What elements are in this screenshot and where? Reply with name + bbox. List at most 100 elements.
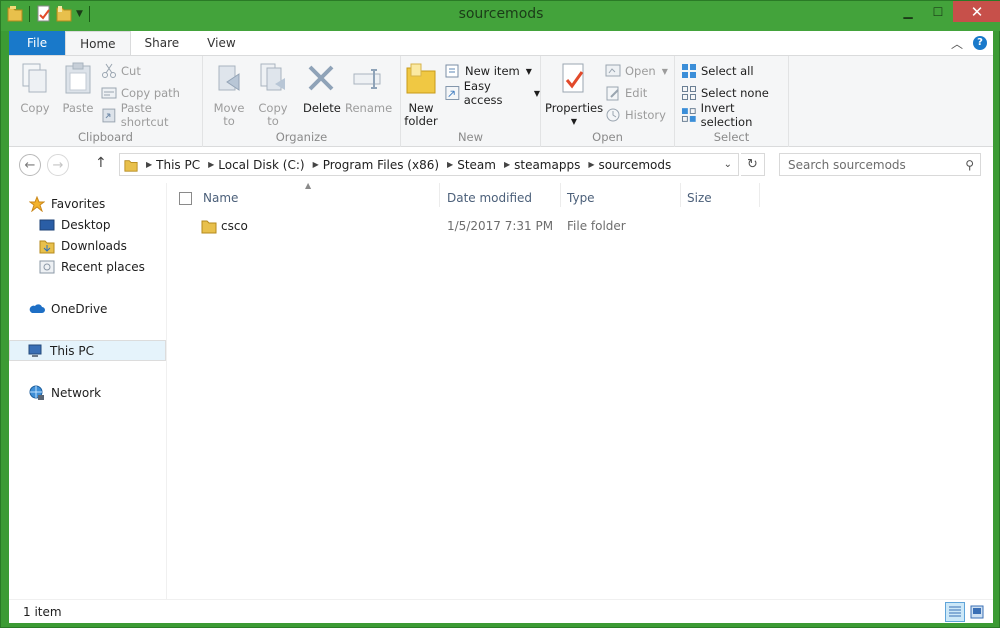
select-all-checkbox[interactable] <box>179 187 192 209</box>
forward-button[interactable]: → <box>47 154 69 176</box>
rename-button[interactable]: Rename <box>345 62 392 115</box>
downloads-folder-icon <box>39 240 55 253</box>
easy-access-button[interactable]: Easy access ▼ <box>445 79 540 107</box>
copy-icon <box>22 63 47 93</box>
new-group-label: New <box>457 130 484 144</box>
sort-ascending-icon: ▲ <box>305 181 312 190</box>
column-header-type[interactable]: Type <box>567 187 595 209</box>
history-button[interactable]: History <box>605 105 666 125</box>
history-label: History <box>625 108 666 122</box>
address-bar[interactable]: ▶ This PC ▶ Local Disk (C:) ▶ Program Fi… <box>119 153 739 176</box>
invert-selection-label: Invert selection <box>700 101 753 129</box>
nav-item-downloads[interactable]: Downloads <box>9 235 166 256</box>
title-bar: ▼ sourcemods ▁ ☐ ✕ <box>1 1 1000 31</box>
refresh-icon: ↻ <box>747 157 758 172</box>
select-all-button[interactable]: Select all <box>681 61 754 81</box>
new-folder-button[interactable]: New folder <box>403 62 439 128</box>
breadcrumb-this-pc[interactable]: This PC <box>156 158 200 172</box>
breadcrumb-separator-icon: ▶ <box>208 160 215 169</box>
column-divider[interactable] <box>560 183 561 207</box>
open-group: Properties ▼ Open ▼ Edit History Open <box>541 56 675 148</box>
network-icon <box>29 385 44 400</box>
select-all-icon <box>682 64 696 78</box>
breadcrumb-separator-icon: ▶ <box>312 160 319 169</box>
delete-button[interactable]: Delete <box>303 62 341 115</box>
minimize-button[interactable]: ▁ <box>893 1 923 22</box>
scissors-icon <box>102 63 116 78</box>
cloud-icon <box>29 303 45 313</box>
nav-item-onedrive[interactable]: OneDrive <box>9 298 166 319</box>
open-button[interactable]: Open ▼ <box>605 61 668 81</box>
file-list: ▲ Name Date modified Type Size csco 1/5/… <box>169 181 993 599</box>
column-header-name[interactable]: Name <box>203 187 238 209</box>
refresh-button[interactable]: ↻ <box>741 153 765 176</box>
nav-item-network[interactable]: Network <box>9 382 166 403</box>
tab-view[interactable]: View <box>193 31 249 55</box>
table-row[interactable]: csco 1/5/2017 7:31 PM File folder <box>199 215 759 237</box>
select-none-button[interactable]: Select none <box>681 83 769 103</box>
properties-button[interactable]: Properties ▼ <box>545 62 603 128</box>
new-item-button[interactable]: New item ▼ <box>445 61 532 81</box>
copy-path-label: Copy path <box>121 86 180 100</box>
breadcrumb-sourcemods[interactable]: sourcemods <box>599 158 672 172</box>
nav-item-label: OneDrive <box>51 301 108 316</box>
details-view-button[interactable] <box>945 602 965 622</box>
search-input[interactable]: Search sourcemods ⚲ <box>779 153 981 176</box>
close-button[interactable]: ✕ <box>953 1 1000 22</box>
nav-item-desktop[interactable]: Desktop <box>9 214 166 235</box>
select-all-label: Select all <box>701 64 754 78</box>
collapse-ribbon-chevron-icon[interactable]: ︿ <box>951 35 963 52</box>
copy-to-button[interactable]: Copy to <box>253 62 293 128</box>
cut-button[interactable]: Cut <box>101 61 141 81</box>
select-none-icon <box>682 86 696 100</box>
move-to-button[interactable]: Move to <box>209 62 249 128</box>
tab-file[interactable]: File <box>9 31 66 55</box>
invert-selection-button[interactable]: Invert selection <box>681 101 788 129</box>
item-count: 1 item <box>23 605 62 619</box>
window-title: sourcemods <box>458 6 544 22</box>
maximize-button[interactable]: ☐ <box>923 1 953 22</box>
select-group: Select all Select none Invert selection … <box>675 56 789 148</box>
window-controls: ▁ ☐ ✕ <box>893 1 1000 22</box>
breadcrumb-program-files[interactable]: Program Files (x86) <box>323 158 439 172</box>
column-header-date-modified[interactable]: Date modified <box>447 187 532 209</box>
up-arrow-icon[interactable]: ↑ <box>95 155 107 171</box>
copy-to-label: Copy to <box>258 101 288 128</box>
clipboard-group-label: Clipboard <box>78 130 133 144</box>
copy-path-button[interactable]: Copy path <box>101 83 180 103</box>
large-icons-view-button[interactable] <box>967 602 987 622</box>
recent-places-icon <box>39 260 55 273</box>
help-icon[interactable]: ? <box>973 36 987 50</box>
nav-item-favorites[interactable]: Favorites <box>9 193 166 214</box>
back-button[interactable]: ← <box>19 154 41 176</box>
column-header-size[interactable]: Size <box>687 187 712 209</box>
history-icon <box>606 108 620 122</box>
column-divider[interactable] <box>759 183 760 207</box>
column-divider[interactable] <box>439 183 440 207</box>
paste-shortcut-button[interactable]: Paste shortcut <box>101 101 202 129</box>
nav-item-recent-places[interactable]: Recent places <box>9 256 166 277</box>
breadcrumb-steamapps[interactable]: steamapps <box>514 158 580 172</box>
column-divider[interactable] <box>680 183 681 207</box>
details-view-icon <box>949 606 961 617</box>
dropdown-arrow-icon: ▼ <box>661 66 668 76</box>
copy-path-icon <box>101 87 117 99</box>
paste-button[interactable]: Paste <box>59 62 97 115</box>
properties-icon <box>562 63 584 93</box>
breadcrumb-steam[interactable]: Steam <box>457 158 496 172</box>
easy-access-icon <box>445 86 460 100</box>
address-history-chevron-icon[interactable]: ⌄ <box>724 159 732 170</box>
copy-button[interactable]: Copy <box>17 62 53 115</box>
folder-icon <box>201 220 217 234</box>
copy-label: Copy <box>20 101 50 115</box>
tab-share[interactable]: Share <box>131 31 194 55</box>
new-folder-label-line2: folder <box>404 114 438 128</box>
tab-home[interactable]: Home <box>65 31 131 56</box>
nav-item-this-pc[interactable]: This PC <box>9 340 166 361</box>
dropdown-arrow-icon: ▼ <box>533 88 540 98</box>
breadcrumb-local-disk[interactable]: Local Disk (C:) <box>218 158 304 172</box>
new-item-label: New item <box>465 64 520 78</box>
search-icon[interactable]: ⚲ <box>965 158 974 172</box>
edit-button[interactable]: Edit <box>605 83 647 103</box>
new-item-icon <box>445 64 459 78</box>
